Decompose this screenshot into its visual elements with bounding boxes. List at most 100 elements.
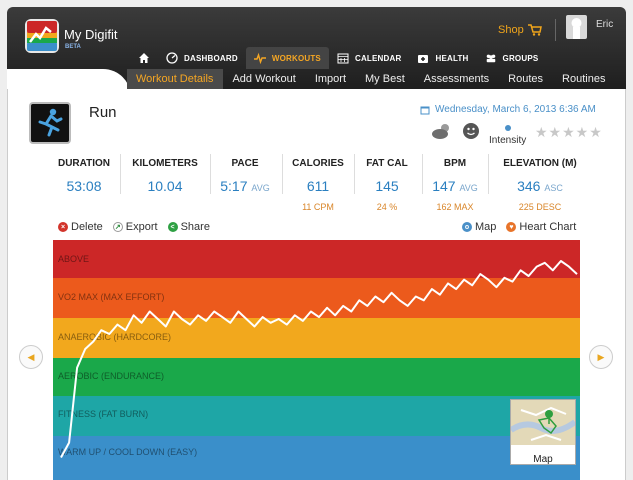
calendar-small-icon xyxy=(420,106,430,114)
nav-home[interactable] xyxy=(130,47,158,69)
heart-rate-line xyxy=(60,260,578,458)
stat-elevation: ELEVATION (M) 346 ASC 225 DESC xyxy=(492,152,588,214)
intensity-label: Intensity xyxy=(489,135,527,146)
stat-calories: CALORIES 611 11 CPM xyxy=(286,152,350,214)
workout-title[interactable]: Run xyxy=(89,104,117,121)
stat-kilometers: KILOMETERS 10.04 xyxy=(124,152,206,214)
subnav-routes[interactable]: Routes xyxy=(499,69,553,90)
heart-chart-icon: ♥ xyxy=(506,222,517,232)
prev-workout-button[interactable]: ◀ xyxy=(19,345,43,369)
stat-kilometers-value: 10.04 xyxy=(147,178,183,194)
workout-date[interactable]: Wednesday, March 6, 2013 6:36 AM xyxy=(420,104,596,115)
stat-divider xyxy=(282,154,283,194)
stat-calories-value: 611 xyxy=(306,178,330,194)
cart-icon xyxy=(527,24,542,36)
export-icon: ↗ xyxy=(112,222,123,232)
calendar-icon xyxy=(337,53,349,64)
stat-pace-label: PACE xyxy=(231,158,259,169)
nav-dashboard-label: DASHBOARD xyxy=(184,53,238,63)
workout-actions: × Delete ↗ Export < Share xyxy=(58,221,210,233)
map-view-button[interactable]: o Map xyxy=(462,221,496,233)
nav-calendar[interactable]: CALENDAR xyxy=(329,47,410,69)
nav-health[interactable]: HEALTH xyxy=(409,47,476,69)
stat-elevation-value: 346 xyxy=(517,178,541,194)
main-nav: DASHBOARD WORKOUTS CALENDAR HEALTH GROUP… xyxy=(130,47,546,69)
delete-label: Delete xyxy=(71,221,103,233)
route-map-thumbnail[interactable]: Map xyxy=(509,399,577,465)
nav-workouts[interactable]: WORKOUTS xyxy=(245,47,329,69)
subnav-workout-details[interactable]: Workout Details xyxy=(127,69,224,90)
beta-badge: BETA xyxy=(65,44,81,50)
nav-groups[interactable]: GROUPS xyxy=(477,47,547,69)
app-logo[interactable] xyxy=(24,18,60,54)
avatar[interactable] xyxy=(566,15,587,39)
heart-chart-button[interactable]: ♥ Heart Chart xyxy=(506,221,576,233)
export-button[interactable]: ↗ Export xyxy=(112,221,158,233)
share-icon: < xyxy=(167,222,178,232)
workout-date-text: Wednesday, March 6, 2013 6:36 AM xyxy=(435,104,596,115)
nav-workouts-label: WORKOUTS xyxy=(271,53,321,63)
stat-bpm-sub: 162 MAX xyxy=(436,202,474,212)
map-thumb-label: Map xyxy=(533,454,553,465)
nav-dashboard[interactable]: DASHBOARD xyxy=(158,47,246,69)
group-icon xyxy=(486,54,495,63)
subnav-routines[interactable]: Routines xyxy=(553,69,615,90)
activity-type-icon xyxy=(29,102,71,144)
weather-cloudy-icon[interactable] xyxy=(430,122,454,140)
stat-duration: DURATION 53:08 xyxy=(50,152,118,214)
stat-bpm-unit: AVG xyxy=(459,183,478,193)
stat-elevation-unit: ASC xyxy=(544,183,563,193)
stat-divider xyxy=(354,154,355,194)
heart-rate-series-line xyxy=(60,260,578,458)
top-bar: My Digifit BETA Shop Eric DASHBOARD WORK… xyxy=(7,7,626,97)
heart-rate-zone-chart[interactable]: ABOVE VO2 MAX (MAX EFFORT) ANAEROBIC (HA… xyxy=(53,240,580,480)
subnav-assessments[interactable]: Assessments xyxy=(415,69,499,90)
map-view-label: Map xyxy=(475,221,497,233)
intensity-indicator[interactable] xyxy=(505,125,511,131)
globe-icon: o xyxy=(462,222,472,232)
mood-smiley-icon[interactable] xyxy=(462,122,480,140)
stat-duration-label: DURATION xyxy=(57,158,111,169)
home-icon xyxy=(139,53,149,63)
delete-button[interactable]: × Delete xyxy=(58,221,103,233)
stat-divider xyxy=(422,154,423,194)
arrow-left-icon: ◀ xyxy=(27,351,35,362)
share-label: Share xyxy=(180,221,210,233)
stat-divider xyxy=(120,154,121,194)
stat-pace: PACE 5:17 AVG xyxy=(214,152,276,214)
shop-link[interactable]: Shop xyxy=(498,24,542,36)
subnav-my-best[interactable]: My Best xyxy=(356,69,415,90)
map-preview-icon xyxy=(509,400,577,445)
stat-calories-sub: 11 CPM xyxy=(302,202,334,212)
header-divider xyxy=(555,19,556,41)
stat-fat-cal-label: FAT CAL xyxy=(366,158,408,169)
subnav-add-workout[interactable]: Add Workout xyxy=(223,69,305,90)
stat-bpm-value: 147 xyxy=(432,178,456,194)
sub-nav: Workout Details Add Workout Import My Be… xyxy=(127,69,615,90)
next-workout-button[interactable]: ▶ xyxy=(589,345,613,369)
delete-icon: × xyxy=(58,222,68,232)
stat-calories-label: CALORIES xyxy=(292,158,344,169)
stat-bpm: BPM 147 AVG 162 MAX xyxy=(426,152,484,214)
user-name[interactable]: Eric xyxy=(596,19,613,30)
stat-elevation-label: ELEVATION (M) xyxy=(503,158,577,169)
shop-label: Shop xyxy=(498,24,524,36)
app-name: My Digifit xyxy=(64,27,118,42)
nav-groups-label: GROUPS xyxy=(502,53,539,63)
stat-pace-unit: AVG xyxy=(251,183,270,193)
view-actions: o Map ♥ Heart Chart xyxy=(462,221,576,233)
export-label: Export xyxy=(125,221,158,233)
heart-chart-label: Heart Chart xyxy=(519,221,577,233)
heartbeat-icon xyxy=(253,52,266,64)
stats-row: DURATION 53:08 KILOMETERS 10.04 PACE 5:1… xyxy=(50,152,590,222)
rating-stars[interactable]: ★★★★★ xyxy=(535,124,603,141)
stat-elevation-sub: 225 DESC xyxy=(518,202,562,212)
stat-fat-cal-sub: 24 % xyxy=(376,202,398,212)
stat-fat-cal-value: 145 xyxy=(375,178,399,194)
stat-divider xyxy=(210,154,211,194)
nav-calendar-label: CALENDAR xyxy=(354,53,402,63)
stat-kilometers-label: KILOMETERS xyxy=(132,158,198,169)
stat-duration-value: 53:08 xyxy=(66,178,102,194)
share-button[interactable]: < Share xyxy=(167,221,210,233)
subnav-import[interactable]: Import xyxy=(306,69,356,90)
